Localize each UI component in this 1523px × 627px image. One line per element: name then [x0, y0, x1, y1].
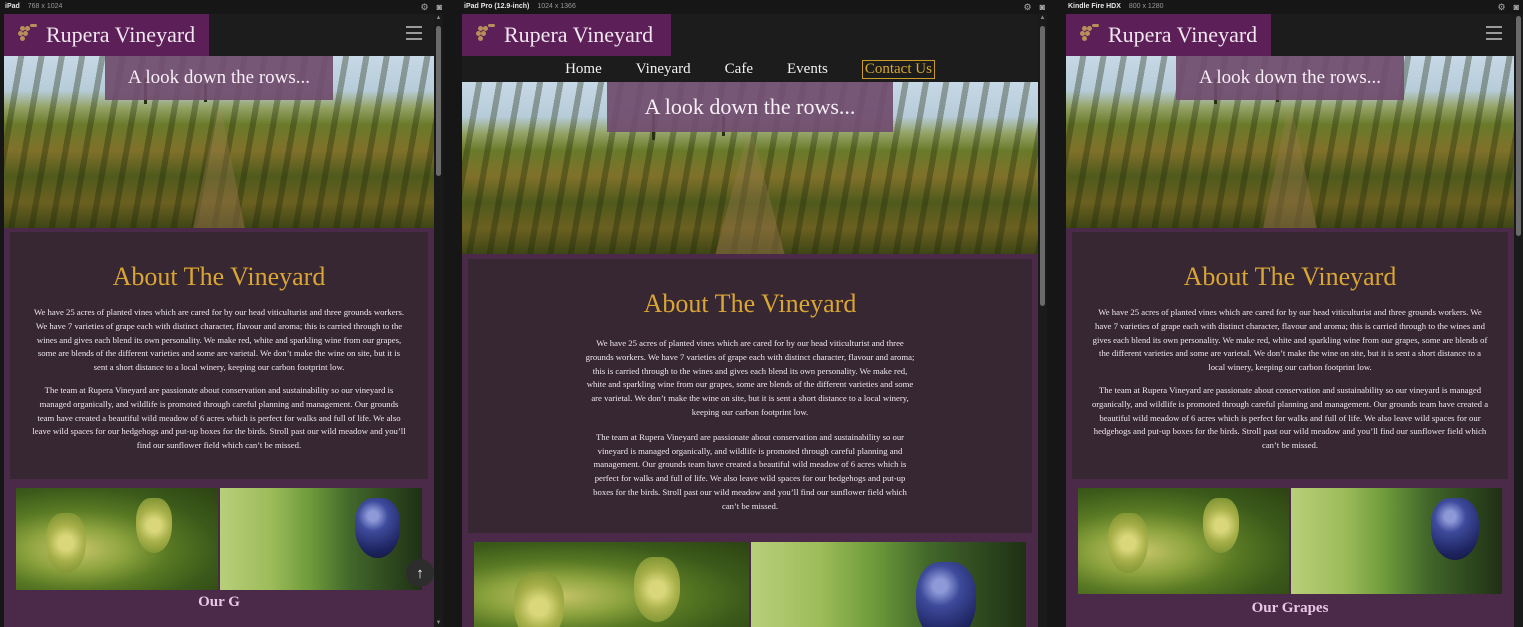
brand[interactable]: Rupera Vineyard [1066, 14, 1272, 56]
site-page: Rupera Vineyard A look down the rows... … [1066, 14, 1514, 627]
nav-contact-us[interactable]: Contact Us [861, 59, 935, 79]
hamburger-menu-icon[interactable] [1486, 26, 1502, 40]
green-grapes-photo [1078, 488, 1289, 594]
about-section: About The Vineyard We have 25 acres of p… [1069, 229, 1511, 482]
arrow-up-icon: ↑ [416, 564, 424, 582]
about-title: About The Vineyard [643, 289, 857, 318]
device-kindle-fire-hdx: Kindle Fire HDX 800 x 1280 ⚙ ◙ Rupera Vi… [1063, 0, 1523, 627]
device-viewport: Rupera Vineyard A look down the rows... … [4, 14, 434, 627]
scroll-to-top-button[interactable]: ↑ [406, 559, 434, 587]
about-paragraph-2: The team at Rupera Vineyard are passiona… [32, 384, 406, 451]
nav-home[interactable]: Home [565, 61, 602, 78]
brand-name: Rupera Vineyard [46, 22, 196, 47]
hero-title: A look down the rows... [105, 56, 333, 100]
purple-grapes-photo [1291, 488, 1502, 594]
hero-title: A look down the rows... [1176, 56, 1404, 100]
device-size: 1024 x 1366 [537, 3, 576, 10]
nav-cafe[interactable]: Cafe [725, 61, 753, 78]
device-name: iPad [5, 3, 20, 10]
viewport-scrollbar[interactable] [1514, 14, 1523, 627]
device-toolbar: iPad Pro (12.9-inch) 1024 x 1366 ⚙ ◙ [459, 0, 1049, 14]
device-name: iPad Pro (12.9-inch) [464, 3, 530, 10]
brand-name: Rupera Vineyard [504, 22, 654, 47]
site-page: Rupera Vineyard Home Vineyard Cafe Event… [462, 14, 1038, 627]
our-grapes-title: Our G [198, 594, 240, 610]
about-paragraph-2: The team at Rupera Vineyard are passiona… [1091, 384, 1489, 451]
about-title: About The Vineyard [112, 262, 326, 291]
main-nav: Home Vineyard Cafe Events Contact Us [462, 56, 1038, 82]
green-grapes-photo [16, 488, 218, 590]
about-paragraph-2: The team at Rupera Vineyard are passiona… [593, 431, 907, 511]
viewport-scrollbar[interactable]: ▲ [1038, 14, 1047, 627]
logo-grapes-icon [1076, 22, 1102, 48]
grape-photos [1078, 488, 1502, 594]
our-grapes-title: Our Grapes [1251, 600, 1329, 616]
device-viewport: Rupera Vineyard A look down the rows... … [1066, 14, 1514, 627]
device-name: Kindle Fire HDX [1068, 3, 1121, 10]
nav-vineyard[interactable]: Vineyard [636, 61, 691, 78]
purple-grapes-photo [751, 542, 1026, 627]
logo-grapes-icon [14, 22, 40, 48]
about-paragraph-1: We have 25 acres of planted vines which … [33, 307, 405, 373]
device-ipad: iPad 768 x 1024 ⚙ ◙ Rupera Vineyard A lo… [0, 0, 446, 627]
hero-title: A look down the rows... [607, 82, 893, 132]
green-grapes-photo [474, 542, 749, 627]
screenshot-icon[interactable]: ◙ [1514, 0, 1519, 14]
screenshot-icon[interactable]: ◙ [1040, 0, 1045, 14]
device-size: 800 x 1280 [1128, 3, 1164, 10]
nav-events[interactable]: Events [787, 61, 828, 78]
hero-image: A look down the rows... [462, 82, 1038, 254]
about-title: About The Vineyard [1183, 262, 1397, 291]
viewport-scrollbar[interactable]: ▲ ▼ [434, 14, 443, 627]
hero-image: A look down the rows... [4, 56, 434, 228]
screenshot-icon[interactable]: ◙ [437, 0, 442, 14]
site-header: Rupera Vineyard [462, 14, 1038, 56]
purple-grapes-photo [220, 488, 422, 590]
site-header: Rupera Vineyard [1066, 14, 1514, 56]
brand[interactable]: Rupera Vineyard [4, 14, 210, 56]
settings-icon[interactable]: ⚙ [420, 0, 428, 14]
device-size: 768 x 1024 [27, 3, 63, 10]
brand[interactable]: Rupera Vineyard [462, 14, 672, 56]
device-viewport: Rupera Vineyard Home Vineyard Cafe Event… [462, 14, 1038, 627]
about-paragraph-1: We have 25 acres of planted vines which … [1092, 307, 1488, 373]
logo-grapes-icon [472, 22, 498, 48]
brand-name: Rupera Vineyard [1108, 22, 1258, 47]
device-ipad-pro: iPad Pro (12.9-inch) 1024 x 1366 ⚙ ◙ Rup… [459, 0, 1049, 627]
about-paragraph-1: We have 25 acres of planted vines which … [585, 338, 915, 417]
grape-photos [474, 542, 1026, 627]
device-toolbar: Kindle Fire HDX 800 x 1280 ⚙ ◙ [1063, 0, 1523, 14]
about-section: About The Vineyard We have 25 acres of p… [465, 256, 1035, 536]
settings-icon[interactable]: ⚙ [1497, 0, 1505, 14]
grape-photos [16, 488, 422, 590]
site-page: Rupera Vineyard A look down the rows... … [4, 14, 434, 627]
device-toolbar: iPad 768 x 1024 ⚙ ◙ [0, 0, 446, 14]
about-section: About The Vineyard We have 25 acres of p… [7, 229, 431, 482]
settings-icon[interactable]: ⚙ [1023, 0, 1031, 14]
hamburger-menu-icon[interactable] [406, 26, 422, 40]
hero-image: A look down the rows... [1066, 56, 1514, 228]
site-header: Rupera Vineyard [4, 14, 434, 56]
